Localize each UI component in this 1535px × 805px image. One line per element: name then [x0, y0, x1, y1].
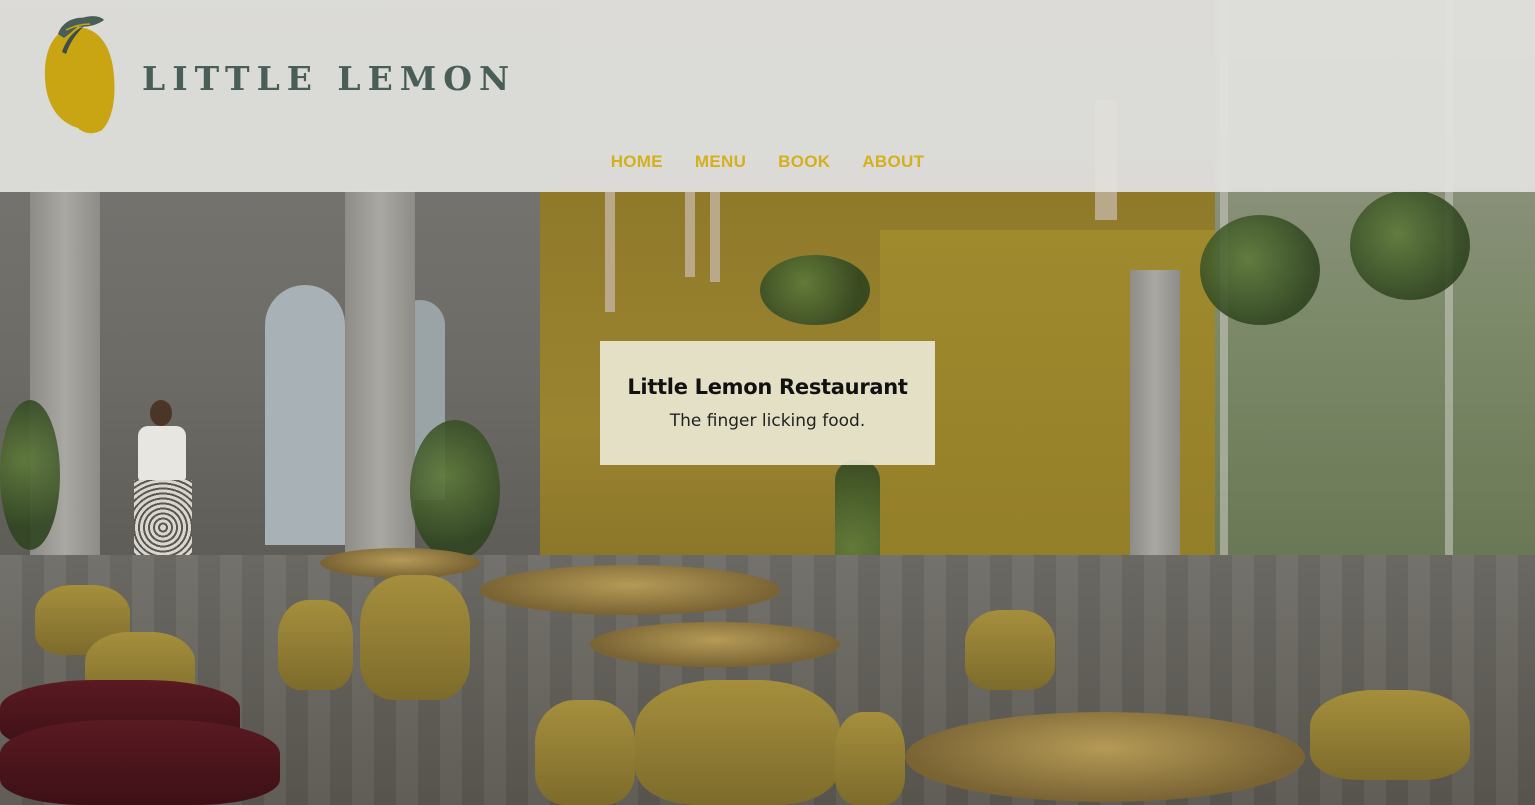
scene-chair: [0, 720, 280, 805]
scene-plant: [1200, 215, 1320, 325]
hero-title: Little Lemon Restaurant: [627, 375, 908, 399]
scene-plant: [0, 400, 60, 550]
scene-plant: [1350, 190, 1470, 300]
hero-card: Little Lemon Restaurant The finger licki…: [600, 341, 935, 465]
scene-chair: [835, 712, 905, 805]
scene-table: [590, 622, 840, 667]
scene-chair: [278, 600, 353, 690]
nav-link-menu[interactable]: MENU: [695, 152, 746, 172]
scene-lamp: [685, 192, 695, 277]
scene-plant: [760, 255, 870, 325]
scene-chair: [965, 610, 1055, 690]
scene-chair: [635, 680, 840, 805]
scene-lamp: [605, 192, 615, 312]
scene-table: [320, 548, 480, 578]
scene-plant: [410, 420, 500, 560]
hero-subtitle: The finger licking food.: [669, 411, 866, 431]
nav-link-home[interactable]: HOME: [611, 152, 663, 172]
lemon-icon: [44, 16, 115, 134]
logo[interactable]: LITTLE LEMON: [44, 16, 516, 134]
scene-table: [905, 712, 1305, 802]
main-nav: HOME MENU BOOK ABOUT: [0, 152, 1535, 172]
scene-arch: [265, 285, 345, 545]
nav-link-book[interactable]: BOOK: [778, 152, 830, 172]
scene-chair: [535, 700, 635, 805]
scene-lamp: [710, 192, 720, 282]
brand-name: LITTLE LEMON: [142, 58, 517, 98]
scene-column: [30, 190, 100, 610]
scene-chair: [360, 575, 470, 700]
site-header: LITTLE LEMON HOME MENU BOOK ABOUT: [0, 0, 1535, 192]
scene-chair: [1310, 690, 1470, 780]
nav-link-about[interactable]: ABOUT: [862, 152, 924, 172]
scene-table: [480, 565, 780, 615]
scene-column: [345, 190, 415, 610]
